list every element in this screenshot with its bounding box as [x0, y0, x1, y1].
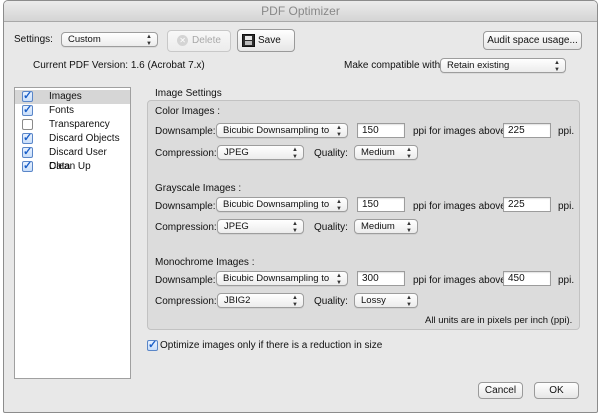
color-above-label: ppi for images above [413, 126, 506, 137]
popup-arrows-icon: ▲ ▼ [554, 60, 560, 73]
floppy-disk-icon [242, 33, 255, 47]
checkbox-icon[interactable]: ✓ [22, 105, 33, 116]
grayscale-downsample-label: Downsample: [155, 201, 216, 212]
color-images-heading: Color Images : [155, 106, 221, 117]
popup-arrows-icon: ▲ ▼ [406, 221, 412, 234]
popup-arrows-icon: ▲ ▼ [292, 147, 298, 160]
color-quality-popup[interactable]: Medium ▲ ▼ [354, 145, 418, 160]
mono-compression-popup[interactable]: JBIG2 ▲ ▼ [217, 293, 304, 308]
grayscale-compression-label: Compression: [155, 222, 217, 233]
grayscale-images-heading: Grayscale Images : [155, 183, 242, 194]
color-downsample-popup[interactable]: Bicubic Downsampling to ▲ ▼ [216, 123, 348, 138]
image-settings-title: Image Settings [155, 88, 222, 99]
mono-downsample-label: Downsample: [155, 275, 216, 286]
sidebar-item-transparency[interactable]: Transparency [15, 118, 130, 132]
audit-space-usage-button[interactable]: Audit space usage... [483, 31, 582, 50]
color-ppi-field[interactable]: 150 [357, 123, 405, 138]
checkbox-icon[interactable]: ✓ [22, 91, 33, 102]
grayscale-downsample-popup[interactable]: Bicubic Downsampling to ▲ ▼ [216, 197, 348, 212]
color-quality-label: Quality: [314, 148, 348, 159]
grayscale-above-field[interactable]: 225 [503, 197, 551, 212]
color-above-field[interactable]: 225 [503, 123, 551, 138]
popup-arrows-icon: ▲ ▼ [146, 34, 152, 47]
settings-value: Custom [68, 34, 101, 45]
popup-arrows-icon: ▲ ▼ [336, 199, 342, 212]
checkbox-icon[interactable]: ✓ [22, 147, 33, 158]
sidebar-item-images[interactable]: ✓ Images [15, 90, 130, 104]
color-downsample-label: Downsample: [155, 126, 216, 137]
compat-label: Make compatible with: [344, 60, 443, 71]
mono-quality-popup[interactable]: Lossy ▲ ▼ [354, 293, 418, 308]
current-pdf-version: Current PDF Version: 1.6 (Acrobat 7.x) [33, 60, 205, 71]
mono-ppi-unit: ppi. [558, 275, 575, 286]
popup-arrows-icon: ▲ ▼ [336, 273, 342, 286]
optimize-label: Optimize images only if there is a reduc… [160, 340, 383, 351]
sidebar-item-clean-up[interactable]: ✓ Clean Up [15, 160, 130, 174]
grayscale-quality-popup[interactable]: Medium ▲ ▼ [354, 219, 418, 234]
checkbox-icon[interactable] [22, 119, 33, 130]
sidebar-item-fonts[interactable]: ✓ Fonts [15, 104, 130, 118]
ok-button[interactable]: OK [534, 382, 579, 399]
compat-popup[interactable]: Retain existing ▲ ▼ [440, 58, 566, 73]
color-ppi-unit: ppi. [558, 126, 575, 137]
settings-label: Settings: [14, 34, 53, 45]
grayscale-ppi-field[interactable]: 150 [357, 197, 405, 212]
cancel-button[interactable]: Cancel [478, 382, 523, 399]
popup-arrows-icon: ▲ ▼ [336, 125, 342, 138]
compat-value: Retain existing [447, 60, 510, 71]
mono-above-label: ppi for images above [413, 275, 506, 286]
save-button[interactable]: Save [237, 29, 295, 52]
units-note: All units are in pixels per inch (ppi). [425, 315, 573, 326]
popup-arrows-icon: ▲ ▼ [292, 295, 298, 308]
mono-ppi-field[interactable]: 300 [357, 271, 405, 286]
checkbox-icon[interactable]: ✓ [22, 133, 33, 144]
popup-arrows-icon: ▲ ▼ [292, 221, 298, 234]
delete-button[interactable]: ✕ Delete [167, 30, 231, 52]
color-compression-label: Compression: [155, 148, 217, 159]
pdf-optimizer-window: PDF Optimizer Settings: Custom ▲ ▼ ✕ Delet… [3, 0, 598, 413]
grayscale-ppi-unit: ppi. [558, 201, 575, 212]
mono-above-field[interactable]: 450 [503, 271, 551, 286]
settings-popup[interactable]: Custom ▲ ▼ [61, 32, 158, 47]
sidebar-item-discard-user-data[interactable]: ✓ Discard User Data [15, 146, 130, 172]
popup-arrows-icon: ▲ ▼ [406, 295, 412, 308]
checkbox-icon[interactable]: ✓ [22, 161, 33, 172]
mono-downsample-popup[interactable]: Bicubic Downsampling to ▲ ▼ [216, 271, 348, 286]
grayscale-quality-label: Quality: [314, 222, 348, 233]
color-compression-popup[interactable]: JPEG ▲ ▼ [217, 145, 304, 160]
sidebar-item-discard-objects[interactable]: ✓ Discard Objects [15, 132, 130, 146]
mono-quality-label: Quality: [314, 296, 348, 307]
grayscale-compression-popup[interactable]: JPEG ▲ ▼ [217, 219, 304, 234]
popup-arrows-icon: ▲ ▼ [406, 147, 412, 160]
window-title: PDF Optimizer [4, 1, 597, 22]
grayscale-above-label: ppi for images above [413, 201, 506, 212]
category-sidebar: ✓ Images ✓ Fonts Transparency ✓ Discard … [14, 87, 131, 379]
monochrome-images-heading: Monochrome Images : [155, 257, 255, 268]
checkbox-icon[interactable]: ✓ [147, 340, 158, 351]
delete-icon: ✕ [177, 34, 189, 46]
mono-compression-label: Compression: [155, 296, 217, 307]
